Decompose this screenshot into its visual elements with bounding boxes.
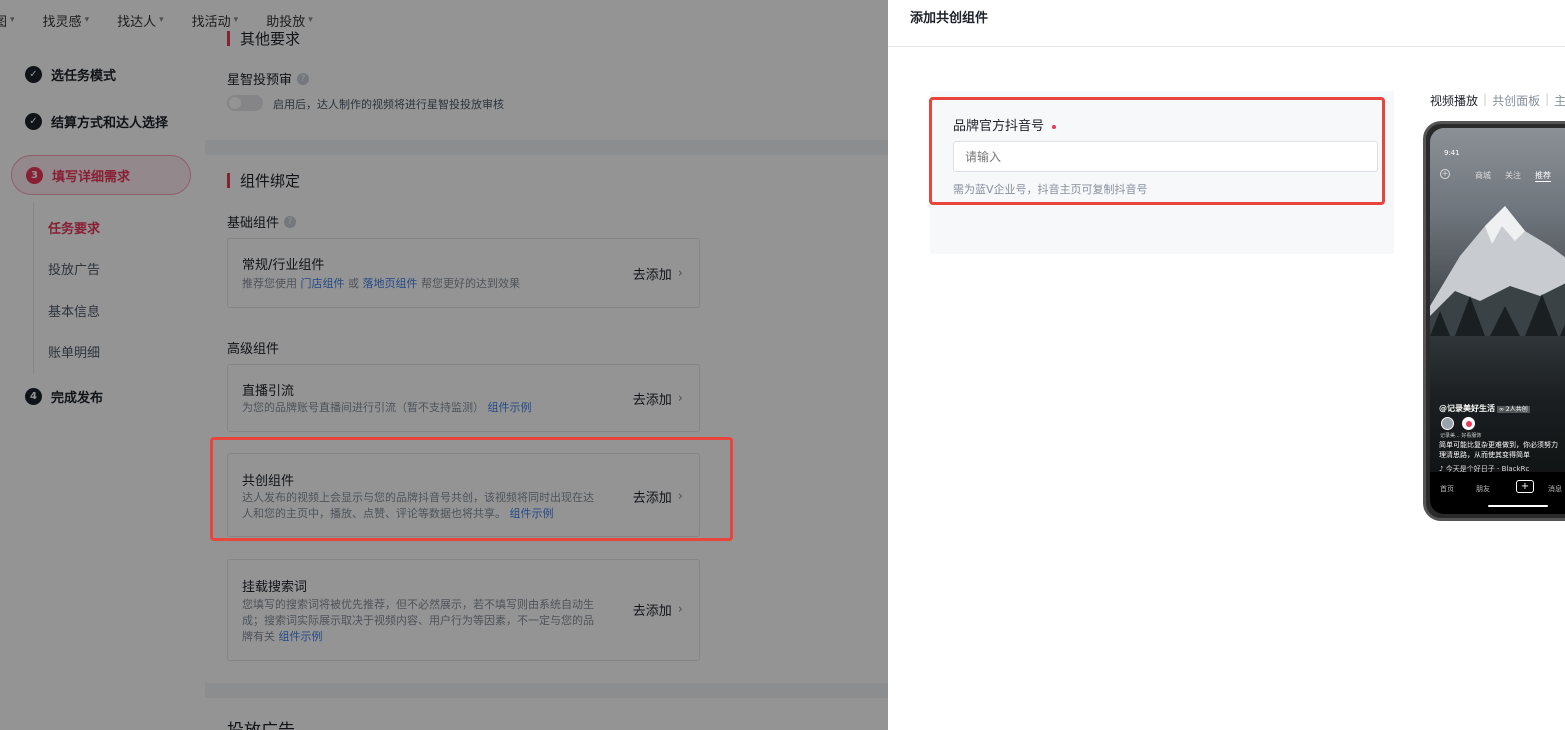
tab-co-creation-panel[interactable]: 共创面板	[1492, 92, 1540, 109]
mountain-image	[1430, 206, 1565, 336]
highlight-box-form	[929, 97, 1385, 205]
preview-tabs: 视频播放 | 共创面板 | 主	[1430, 92, 1565, 109]
plus-icon: +	[1440, 169, 1450, 179]
highlight-box-co-creation	[210, 437, 733, 541]
divider	[888, 46, 1565, 47]
avatar-names: 记录美... 好看服饰	[1440, 433, 1482, 439]
phone-preview: 9:41 + 商城 关注 推荐 @记录美好生活 ∞ 2人共创 记录美... 好看服…	[1423, 121, 1565, 521]
phone-time: 9:41	[1444, 149, 1460, 157]
avatar	[1462, 417, 1475, 430]
add-co-creation-drawer: 添加共创组件 品牌官方抖音号 需为蓝V企业号，抖音主页可复制抖音号 视频播放 |…	[888, 0, 1565, 730]
phone-top-tabs: 商城 关注 推荐	[1475, 171, 1551, 182]
phone-screen: 9:41 + 商城 关注 推荐 @记录美好生活 ∞ 2人共创 记录美... 好看服…	[1430, 128, 1565, 514]
avatar	[1441, 417, 1454, 430]
phone-plus-icon: +	[1516, 480, 1534, 493]
tab-homepage[interactable]: 主	[1554, 92, 1565, 109]
modal-overlay[interactable]	[0, 0, 888, 730]
phone-username: @记录美好生活 ∞ 2人共创	[1439, 404, 1530, 413]
tab-video-play[interactable]: 视频播放	[1430, 92, 1478, 109]
drawer-title: 添加共创组件	[910, 11, 989, 26]
home-indicator	[1488, 505, 1548, 507]
co-creator-avatars	[1441, 417, 1483, 430]
phone-caption: 简单可能比复杂更难做到，你必须努力 理清思路，从而使其变得简单	[1439, 441, 1558, 459]
phone-bottom-bar: 首页 朋友 + 消息	[1430, 472, 1565, 514]
